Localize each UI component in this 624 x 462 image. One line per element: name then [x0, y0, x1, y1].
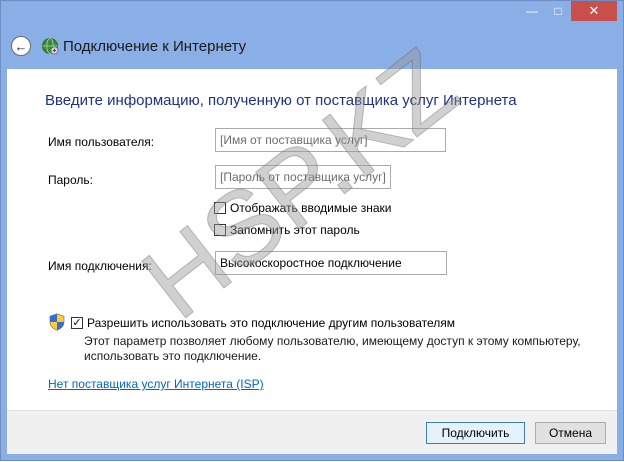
- dialog-header: ← Подключение к Интернету: [1, 23, 623, 69]
- dialog-content: Введите информацию, полученную от постав…: [7, 69, 617, 454]
- connection-name-label: Имя подключения:: [48, 259, 152, 273]
- remember-password-checkbox[interactable]: Запомнить этот пароль: [214, 223, 360, 237]
- cancel-button[interactable]: Отмена: [535, 422, 606, 444]
- remember-password-label: Запомнить этот пароль: [230, 223, 360, 237]
- close-button[interactable]: ✕: [571, 1, 617, 21]
- allow-others-checkbox[interactable]: ✓ Разрешить использовать это подключение…: [71, 316, 455, 330]
- show-chars-label: Отображать вводимые знаки: [230, 201, 392, 215]
- connect-button[interactable]: Подключить: [426, 422, 525, 444]
- network-icon: [42, 38, 59, 55]
- username-field[interactable]: [Имя от поставщика услуг]: [215, 128, 446, 152]
- no-isp-link[interactable]: Нет поставщика услуг Интернета (ISP): [48, 377, 264, 391]
- connection-name-field[interactable]: Высокоскоростное подключение: [215, 251, 447, 275]
- caption-buttons: — □ ✕: [519, 1, 617, 21]
- back-arrow-icon: ←: [14, 38, 28, 54]
- remember-password-box[interactable]: [214, 224, 226, 236]
- password-field[interactable]: [Пароль от поставщика услуг]: [215, 165, 391, 189]
- page-heading: Введите информацию, полученную от постав…: [45, 92, 517, 109]
- allow-others-label: Разрешить использовать это подключение д…: [87, 316, 456, 330]
- username-label: Имя пользователя:: [48, 135, 155, 149]
- back-button[interactable]: ←: [11, 36, 31, 56]
- maximize-button[interactable]: □: [545, 1, 571, 21]
- dialog-window: — □ ✕ ← Подключение к Интернету Введите …: [0, 0, 624, 461]
- password-label: Пароль:: [48, 173, 93, 187]
- allow-others-description: Этот параметр позволяет любому пользоват…: [84, 334, 581, 363]
- dialog-footer: Подключить Отмена: [7, 410, 617, 454]
- minimize-button[interactable]: —: [519, 1, 545, 21]
- show-chars-box[interactable]: [214, 202, 226, 214]
- window-title: Подключение к Интернету: [63, 37, 247, 55]
- show-chars-checkbox[interactable]: Отображать вводимые знаки: [214, 201, 391, 215]
- allow-others-box[interactable]: ✓: [71, 317, 83, 329]
- uac-shield-icon: [49, 313, 65, 331]
